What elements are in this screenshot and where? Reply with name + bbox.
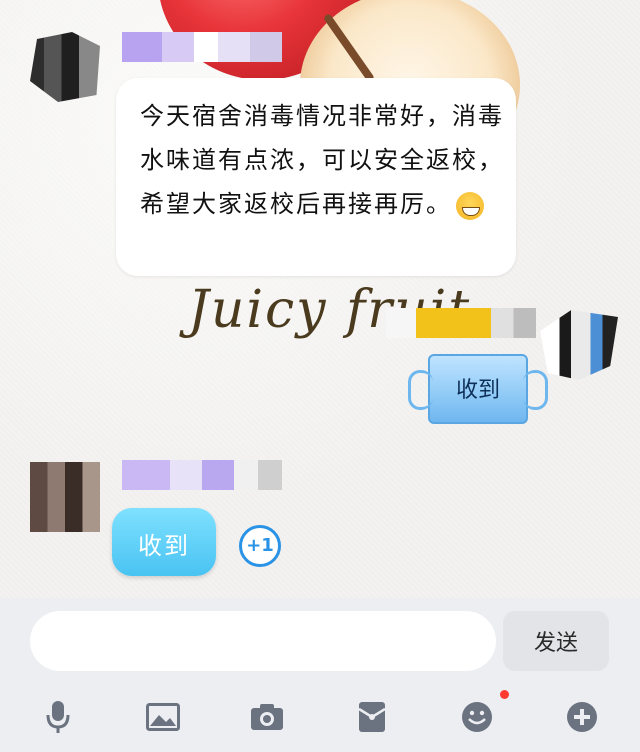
send-button[interactable]: 发送: [503, 611, 609, 671]
grin-emoji-icon: [456, 191, 484, 220]
image-icon[interactable]: [145, 700, 181, 734]
camera-icon[interactable]: [249, 700, 285, 734]
notification-dot: [500, 690, 509, 699]
sender-name-blurred: [122, 32, 282, 62]
plus-one-button[interactable]: +1: [239, 525, 281, 567]
sender-name-blurred: [386, 308, 536, 338]
sticker-message[interactable]: 收到: [408, 354, 548, 424]
avatar[interactable]: [30, 32, 100, 102]
red-packet-icon[interactable]: [354, 700, 390, 734]
emoji-icon[interactable]: [459, 700, 495, 734]
chat-area: Juicy fruit 今天宿舍消毒情况非常好，消毒水味道有点浓，可以安全返校，…: [0, 0, 640, 598]
reply-bubble[interactable]: 收到: [112, 508, 216, 576]
microphone-icon[interactable]: [40, 700, 76, 734]
message-input[interactable]: [30, 611, 496, 671]
message-bubble[interactable]: 今天宿舍消毒情况非常好，消毒水味道有点浓，可以安全返校，希望大家返校后再接再厉。: [116, 78, 516, 276]
plus-icon[interactable]: [564, 700, 600, 734]
reply-text: 收到: [138, 532, 190, 560]
avatar[interactable]: [540, 310, 618, 380]
input-bar: 发送: [0, 598, 640, 752]
sticker-label: 收到: [455, 378, 500, 403]
avatar[interactable]: [30, 462, 100, 532]
sender-name-blurred: [122, 460, 282, 490]
message-text: 今天宿舍消毒情况非常好，消毒水味道有点浓，可以安全返校，希望大家返校后再接再厉。: [140, 102, 504, 218]
